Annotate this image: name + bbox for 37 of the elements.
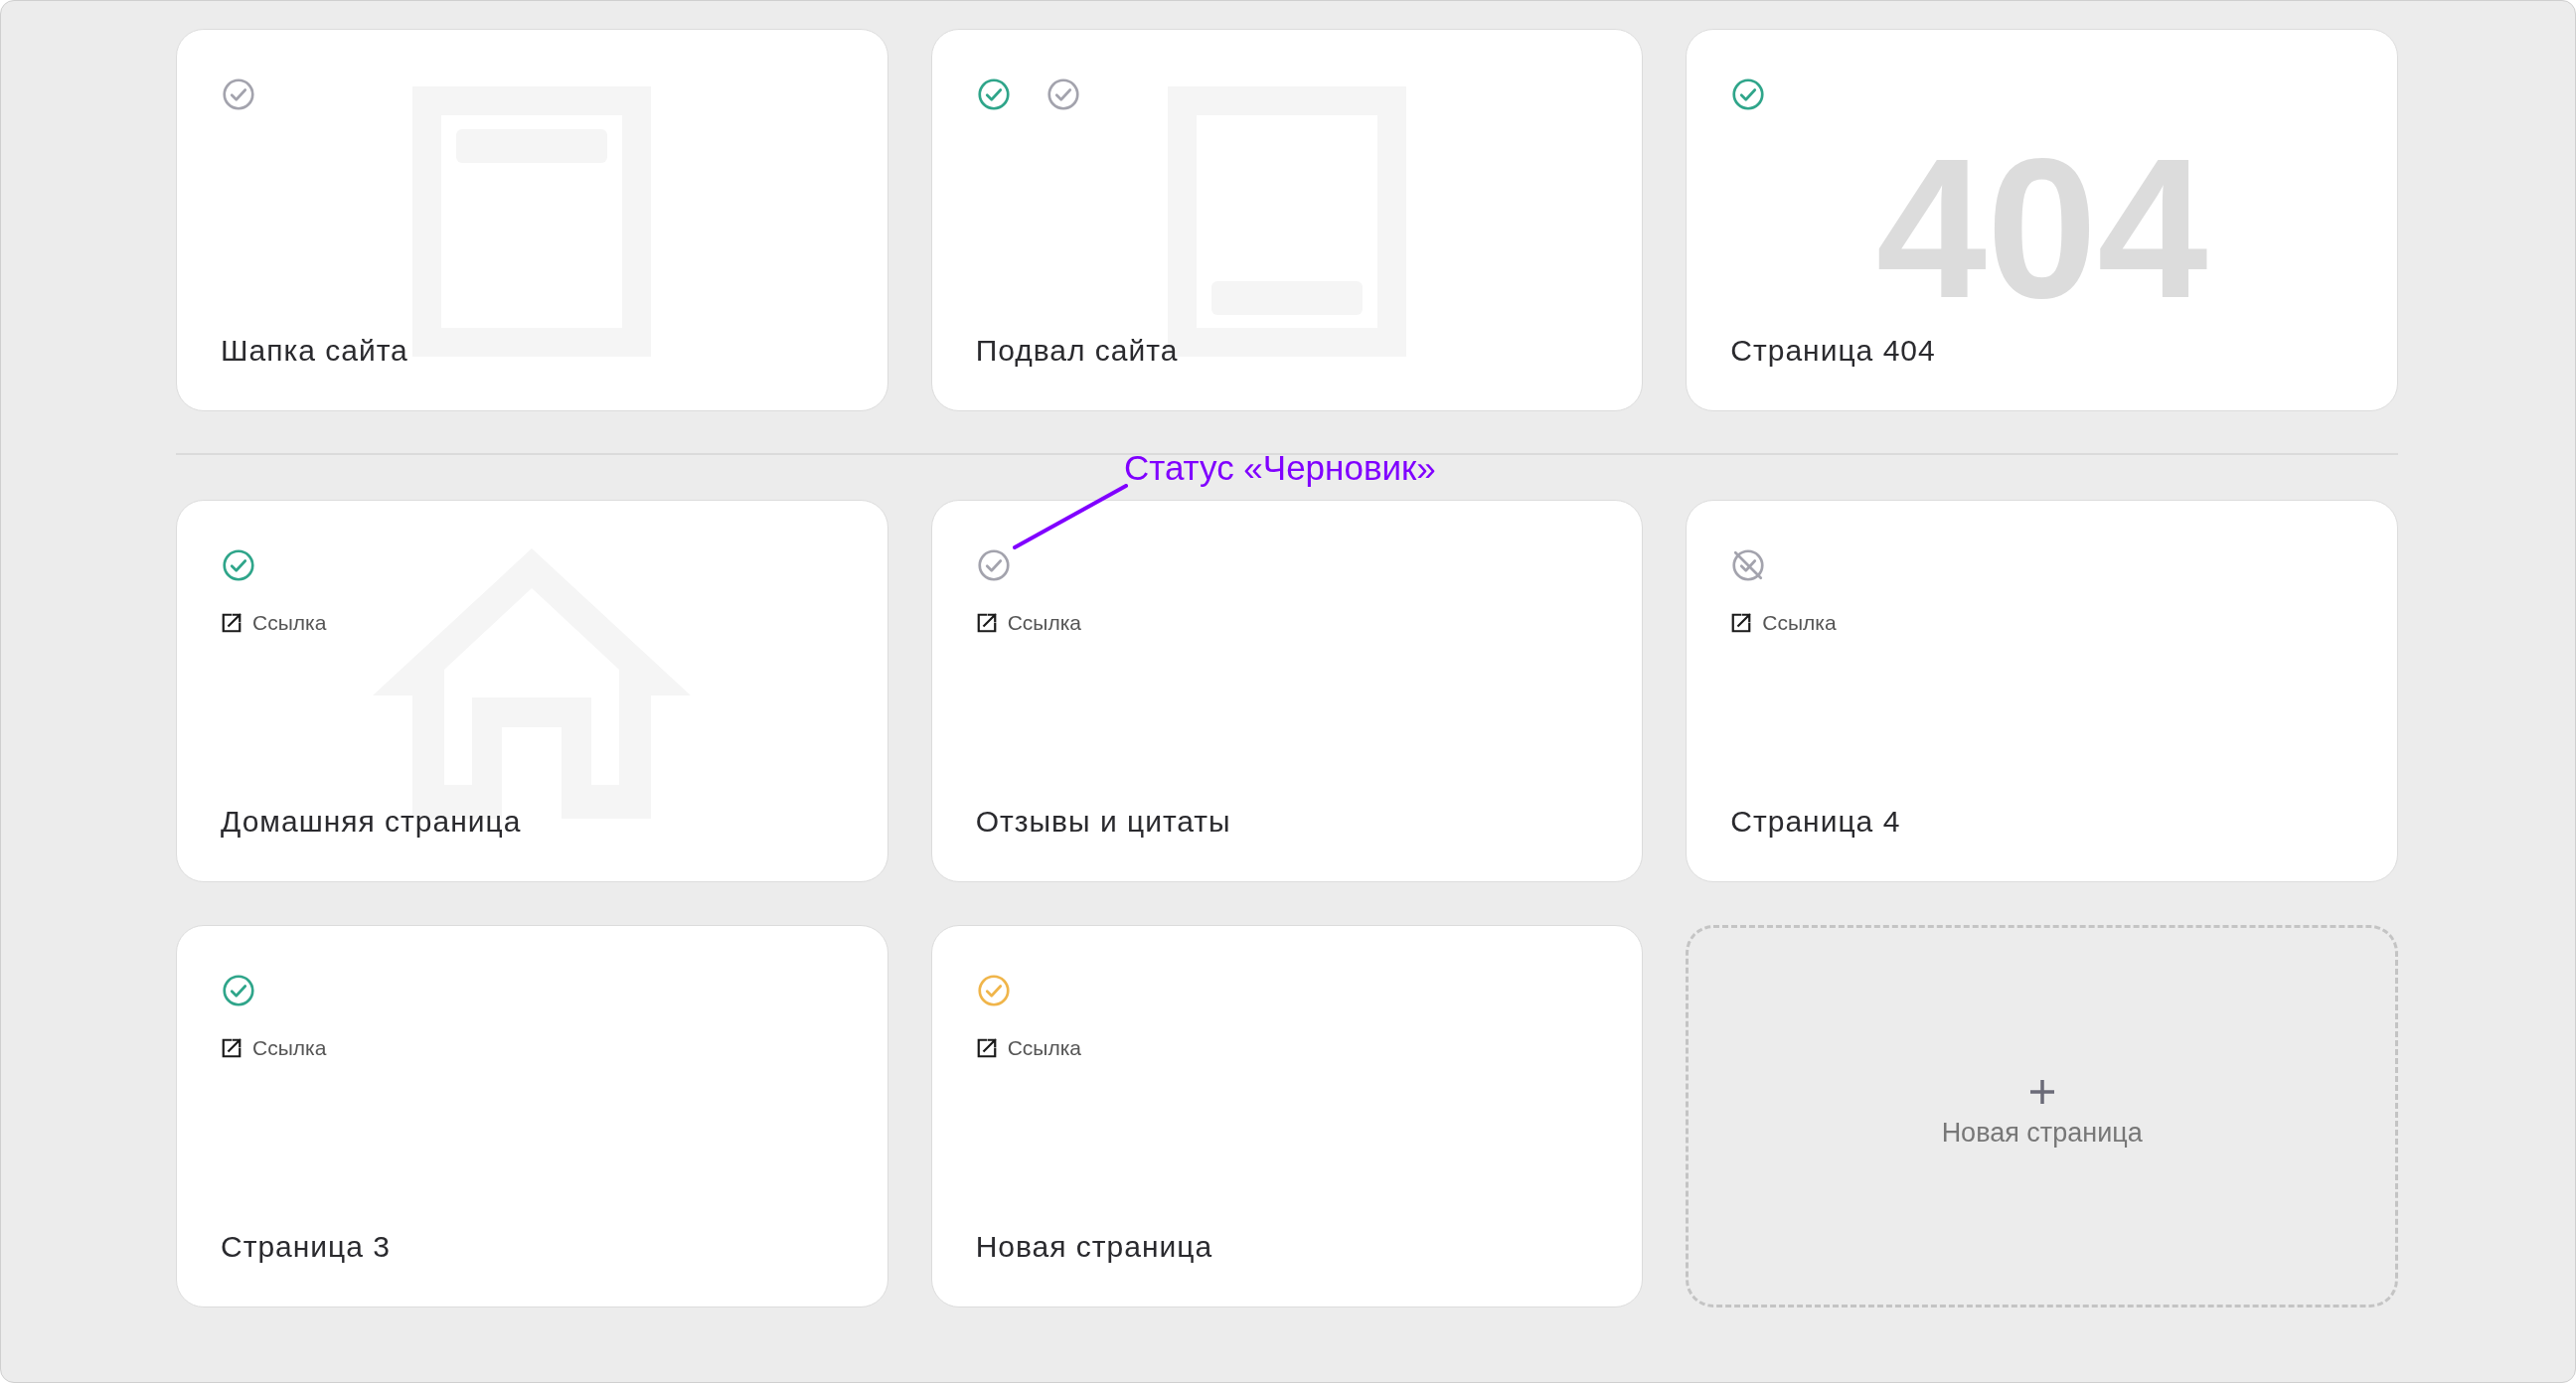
card-title: Страница 3 [221,1229,392,1265]
card-title: Домашняя страница [221,804,523,840]
check-circle-icon [975,77,1012,112]
external-link-icon [975,1036,998,1059]
external-link-icon [221,611,242,634]
page-card[interactable]: Ссылка Отзывы и цитаты [930,500,1644,882]
card-title: Страница 404 [1730,333,1937,369]
page-card[interactable]: Шапка сайта [176,29,888,411]
page-card[interactable]: Ссылка Страница 4 [1686,500,2398,882]
card-title: Новая страница [975,1229,1214,1265]
new-page-tile[interactable]: Новая страница [1686,925,2398,1307]
page-card[interactable]: Ссылка Домашняя страница [176,500,888,882]
card-title: Страница 4 [1730,804,1902,840]
page-link[interactable]: Ссылка [975,607,1081,639]
page-link[interactable]: Ссылка [221,607,327,639]
check-circle-icon [1045,77,1081,112]
page-link[interactable]: Ссылка [221,1032,327,1064]
page-card[interactable]: Подвал сайта [930,29,1644,411]
external-link-icon [221,1036,242,1059]
check-circle-icon [221,77,256,112]
check-circle-icon [221,547,256,583]
page-card[interactable]: Ссылка Страница 3 [176,925,888,1307]
external-link-icon [975,611,998,634]
page-link[interactable]: Ссылка [975,1032,1081,1064]
external-link-icon [1730,611,1753,634]
plus-icon [2028,1079,2055,1106]
page-link[interactable]: Ссылка [1730,607,1837,639]
check-circle-icon [975,973,1012,1008]
card-title: Подвал сайта [975,333,1180,369]
check-circle-icon [221,973,256,1008]
crossed-check-circle-icon [1730,547,1767,583]
card-title: Отзывы и цитаты [975,804,1232,840]
card-title: Шапка сайта [221,333,409,369]
check-circle-icon [1730,77,1767,112]
check-circle-icon [975,547,1012,583]
annotation-label: Статус «Черновик» [1124,450,1436,485]
page-card[interactable]: Ссылка Новая страница [930,925,1644,1307]
